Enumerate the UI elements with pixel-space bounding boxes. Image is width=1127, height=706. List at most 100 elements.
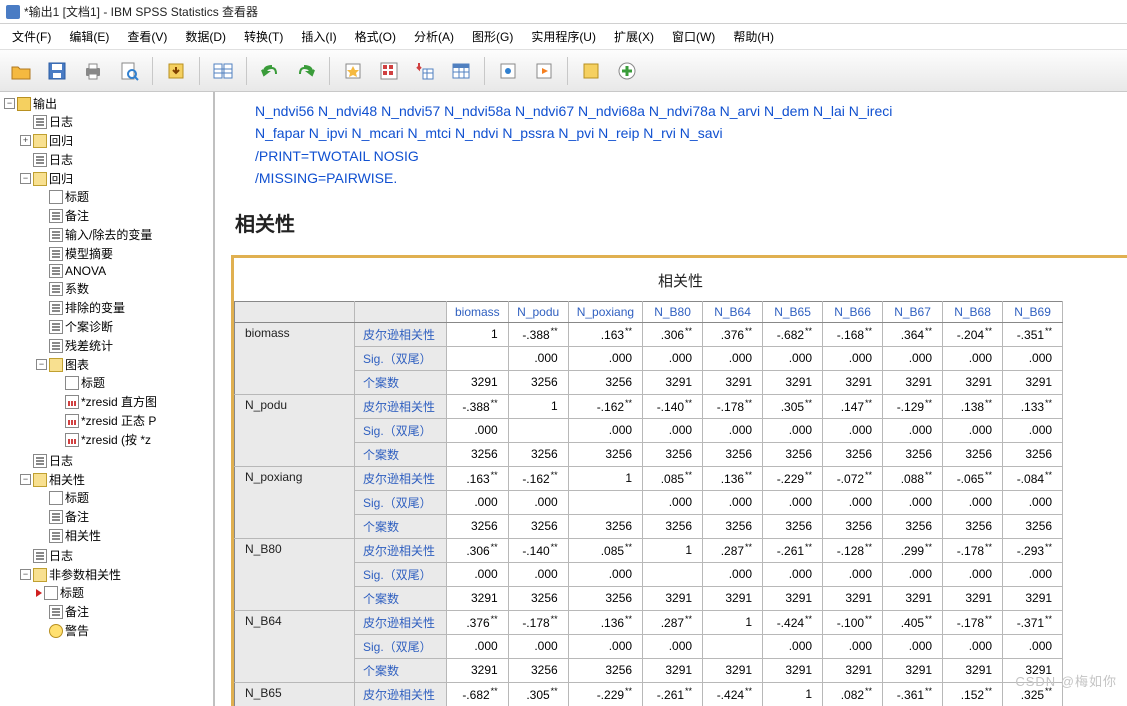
expand-icon[interactable]: + [20,135,31,146]
row-variable[interactable]: N_B65 [235,682,355,706]
row-variable[interactable]: N_poxiang [235,466,355,538]
tree-item[interactable]: 日志 [49,151,73,168]
tree-item[interactable]: 相关性 [65,527,101,544]
row-stat: 皮尔逊相关性 [355,538,447,562]
tree-item[interactable]: 系数 [65,280,89,297]
correlation-table[interactable]: biomassN_poduN_poxiangN_B80N_B64N_B65N_B… [234,301,1063,706]
tb-button-a[interactable] [338,56,368,86]
tree-root[interactable]: 输出 [33,95,57,112]
column-header[interactable]: N_B65 [763,301,823,322]
undo-button[interactable] [255,56,285,86]
collapse-icon[interactable]: − [4,98,15,109]
table-cell: -.178** [943,538,1003,562]
table-cell: .088** [883,466,943,490]
tree-item[interactable]: 备注 [65,207,89,224]
row-stat: 个案数 [355,514,447,538]
tree-item[interactable]: *zresid 直方图 [81,393,157,410]
tree-item[interactable]: 残差统计 [65,337,113,354]
collapse-icon[interactable]: − [36,359,47,370]
tree-item[interactable]: 模型摘要 [65,245,113,262]
tree-item[interactable]: 相关性 [49,471,85,488]
column-header[interactable]: N_poxiang [568,301,642,322]
menu-edit[interactable]: 编辑(E) [61,26,117,47]
menu-transform[interactable]: 转换(T) [236,26,291,47]
table-icon [49,320,63,334]
tb-button-b[interactable] [374,56,404,86]
save-button[interactable] [42,56,72,86]
menu-data[interactable]: 数据(D) [177,26,234,47]
column-header[interactable]: N_B80 [643,301,703,322]
tree-item[interactable]: 回归 [49,170,73,187]
tree-item[interactable]: 排除的变量 [65,299,125,316]
open-button[interactable] [6,56,36,86]
tree-item[interactable]: 警告 [65,622,89,639]
table-cell: 3256 [508,370,568,394]
tree-item[interactable]: 标题 [65,188,89,205]
table-cell: 3256 [447,442,509,466]
tree-item[interactable]: 日志 [49,452,73,469]
tb-button-f[interactable] [529,56,559,86]
row-variable[interactable]: N_B80 [235,538,355,610]
tb-button-d[interactable] [446,56,476,86]
table-cell: 3291 [883,370,943,394]
table-cell: .000 [883,346,943,370]
tree-item[interactable]: *zresid 正态 P [81,412,156,429]
tree-item[interactable]: 个案诊断 [65,318,113,335]
collapse-icon[interactable]: − [20,569,31,580]
table-cell: 3256 [763,514,823,538]
collapse-icon[interactable]: − [20,173,31,184]
tree-item[interactable]: 备注 [65,603,89,620]
row-variable[interactable]: biomass [235,322,355,394]
menu-file[interactable]: 文件(F) [4,26,59,47]
column-header[interactable]: N_B68 [943,301,1003,322]
column-header[interactable]: biomass [447,301,509,322]
folder-icon [33,134,47,148]
row-stat: Sig.（双尾） [355,490,447,514]
tree-item[interactable]: 非参数相关性 [49,566,121,583]
menu-utilities[interactable]: 实用程序(U) [523,26,604,47]
row-variable[interactable]: N_B64 [235,610,355,682]
goto-data-button[interactable] [208,56,238,86]
tree-item[interactable]: 输入/除去的变量 [65,226,152,243]
recall-button[interactable] [161,56,191,86]
tb-button-g[interactable] [576,56,606,86]
tree-item[interactable]: 标题 [81,374,105,391]
column-header[interactable]: N_podu [508,301,568,322]
tree-item[interactable]: *zresid (按 *z [81,431,151,448]
log-icon [33,454,47,468]
column-header[interactable]: N_B64 [703,301,763,322]
tb-button-c[interactable] [410,56,440,86]
menu-view[interactable]: 查看(V) [119,26,175,47]
tree-item[interactable]: 图表 [65,356,89,373]
tree-item[interactable]: 标题 [60,584,84,601]
menu-window[interactable]: 窗口(W) [664,26,723,47]
table-cell: 3256 [703,514,763,538]
tree-item[interactable]: 备注 [65,508,89,525]
row-variable[interactable]: N_podu [235,394,355,466]
menu-format[interactable]: 格式(O) [347,26,404,47]
menu-extensions[interactable]: 扩展(X) [606,26,662,47]
tree-item[interactable]: 日志 [49,113,73,130]
viewer-pane[interactable]: N_ndvi56 N_ndvi48 N_ndvi57 N_ndvi58a N_n… [215,92,1127,706]
menu-insert[interactable]: 插入(I) [293,26,344,47]
tree-item[interactable]: ANOVA [65,264,106,278]
menu-help[interactable]: 帮助(H) [725,26,782,47]
tree-item[interactable]: 日志 [49,547,73,564]
table-cell: 3291 [763,586,823,610]
tb-button-e[interactable] [493,56,523,86]
table-cell: 3256 [823,514,883,538]
column-header[interactable]: N_B66 [823,301,883,322]
table-cell: .000 [763,418,823,442]
column-header[interactable]: N_B67 [883,301,943,322]
collapse-icon[interactable]: − [20,474,31,485]
menu-graphs[interactable]: 图形(G) [464,26,521,47]
column-header[interactable]: N_B69 [1003,301,1063,322]
redo-button[interactable] [291,56,321,86]
tree-item[interactable]: 标题 [65,489,89,506]
print-button[interactable] [78,56,108,86]
menu-analyze[interactable]: 分析(A) [406,26,462,47]
tree-item[interactable]: 回归 [49,132,73,149]
tb-button-h[interactable] [612,56,642,86]
preview-button[interactable] [114,56,144,86]
outline-tree[interactable]: − 输出 日志 + 回归 日志 − 回归 标题 备注 输入/除去的变量 模型摘要 AN… [0,92,215,706]
